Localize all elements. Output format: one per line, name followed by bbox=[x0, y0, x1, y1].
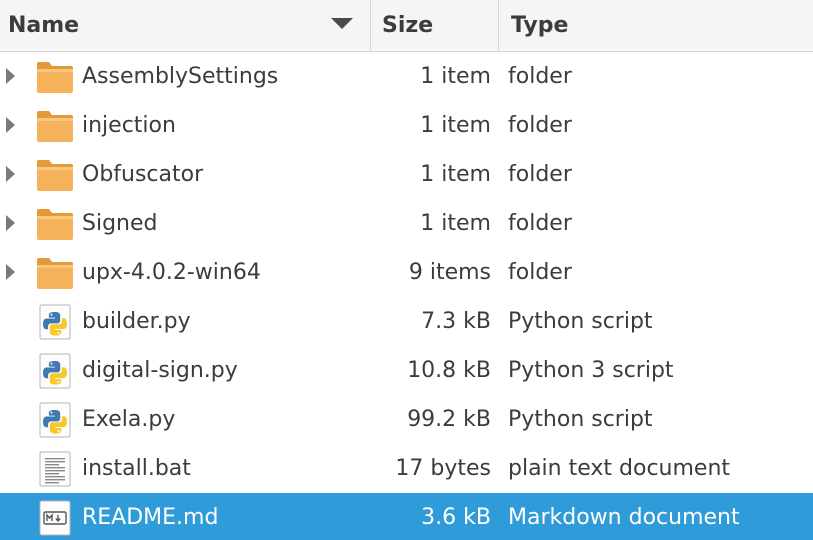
file-row[interactable]: Exela.py 99.2 kB Python script bbox=[0, 395, 813, 444]
text-file-icon bbox=[36, 451, 74, 487]
expand-arrow-icon[interactable] bbox=[6, 264, 15, 280]
file-size: 1 item bbox=[420, 211, 491, 236]
folder-icon bbox=[36, 157, 74, 193]
file-type: plain text document bbox=[508, 456, 731, 481]
file-name: README.md bbox=[82, 505, 219, 530]
file-type: Python script bbox=[508, 309, 653, 334]
folder-icon bbox=[36, 59, 74, 95]
column-header-type-label: Type bbox=[511, 13, 569, 38]
sort-descending-icon[interactable] bbox=[331, 18, 353, 29]
column-header-bar: Name Size Type bbox=[0, 0, 813, 52]
file-name: install.bat bbox=[82, 456, 191, 481]
file-type: Python script bbox=[508, 407, 653, 432]
column-header-name-label: Name bbox=[8, 13, 80, 38]
file-type: folder bbox=[508, 260, 572, 285]
file-name: Exela.py bbox=[82, 407, 176, 432]
column-header-size-label: Size bbox=[382, 13, 434, 38]
column-header-size[interactable]: Size bbox=[371, 0, 499, 51]
file-type: Python 3 script bbox=[508, 358, 674, 383]
file-size: 10.8 kB bbox=[407, 358, 491, 383]
file-name: digital-sign.py bbox=[82, 358, 238, 383]
python-file-icon bbox=[36, 402, 74, 438]
file-size: 9 items bbox=[408, 260, 491, 285]
file-name: upx-4.0.2-win64 bbox=[82, 260, 261, 285]
file-row[interactable]: injection 1 item folder bbox=[0, 101, 813, 150]
file-size: 3.6 kB bbox=[421, 505, 491, 530]
folder-icon bbox=[36, 255, 74, 291]
file-name: injection bbox=[82, 113, 176, 138]
file-row[interactable]: builder.py 7.3 kB Python script bbox=[0, 297, 813, 346]
python-file-icon bbox=[36, 304, 74, 340]
column-header-name[interactable]: Name bbox=[0, 0, 371, 51]
file-size: 1 item bbox=[420, 113, 491, 138]
file-type: folder bbox=[508, 162, 572, 187]
file-type: folder bbox=[508, 113, 572, 138]
expand-arrow-icon[interactable] bbox=[6, 117, 15, 133]
python-file-icon bbox=[36, 353, 74, 389]
file-list-view[interactable]: Name Size Type AssemblySettings 1 item fol… bbox=[0, 0, 813, 540]
file-size: 1 item bbox=[420, 64, 491, 89]
file-size: 1 item bbox=[420, 162, 491, 187]
file-name: Obfuscator bbox=[82, 162, 204, 187]
file-row[interactable]: AssemblySettings 1 item folder bbox=[0, 52, 813, 101]
file-rows: AssemblySettings 1 item folder injection 1 i… bbox=[0, 52, 813, 540]
file-name: Signed bbox=[82, 211, 158, 236]
markdown-file-icon bbox=[36, 500, 74, 536]
folder-icon bbox=[36, 108, 74, 144]
file-row[interactable]: upx-4.0.2-win64 9 items folder bbox=[0, 248, 813, 297]
column-header-type[interactable]: Type bbox=[499, 0, 813, 51]
file-row[interactable]: Obfuscator 1 item folder bbox=[0, 150, 813, 199]
expand-arrow-icon[interactable] bbox=[6, 68, 15, 84]
expand-arrow-icon[interactable] bbox=[6, 166, 15, 182]
file-size: 7.3 kB bbox=[421, 309, 491, 334]
file-type: folder bbox=[508, 211, 572, 236]
file-name: AssemblySettings bbox=[82, 64, 279, 89]
folder-icon bbox=[36, 206, 74, 242]
file-row[interactable]: install.bat 17 bytes plain text document bbox=[0, 444, 813, 493]
expand-arrow-icon[interactable] bbox=[6, 215, 15, 231]
file-size: 17 bytes bbox=[395, 456, 491, 481]
file-size: 99.2 kB bbox=[407, 407, 491, 432]
file-row[interactable]: README.md 3.6 kB Markdown document bbox=[0, 493, 813, 540]
file-row[interactable]: Signed 1 item folder bbox=[0, 199, 813, 248]
file-name: builder.py bbox=[82, 309, 191, 334]
file-type: folder bbox=[508, 64, 572, 89]
file-row[interactable]: digital-sign.py 10.8 kB Python 3 script bbox=[0, 346, 813, 395]
file-type: Markdown document bbox=[508, 505, 740, 530]
